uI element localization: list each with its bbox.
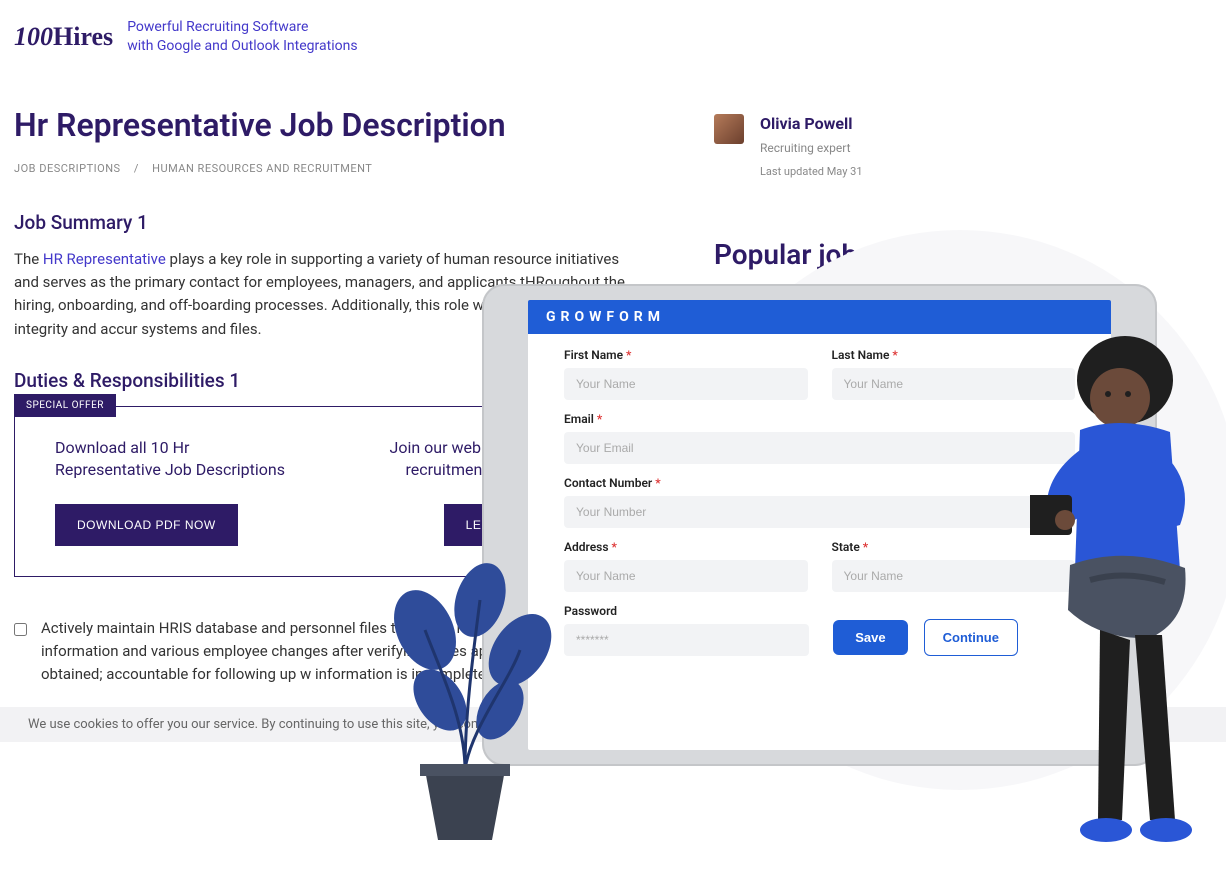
tablet-screen: GROWFORM First Name * Last Name * Email …	[528, 300, 1111, 750]
avatar	[714, 114, 744, 144]
author-name: Olivia Powell	[760, 114, 863, 133]
breadcrumb-category[interactable]: HUMAN RESOURCES AND RECRUITMENT	[152, 162, 372, 175]
breadcrumb: JOB DESCRIPTIONS / HUMAN RESOURCES AND R…	[14, 162, 634, 175]
password-input[interactable]	[564, 624, 809, 656]
address-input[interactable]	[564, 560, 808, 592]
contact-input[interactable]	[564, 496, 1075, 528]
duty-checkbox[interactable]	[14, 623, 27, 636]
page-title: Hr Representative Job Description	[14, 106, 634, 144]
save-button[interactable]: Save	[833, 620, 907, 655]
tagline-line2: with Google and Outlook Integrations	[127, 37, 357, 56]
breadcrumb-sep: /	[134, 162, 139, 175]
logo[interactable]: 100Hires	[14, 22, 113, 52]
summary-heading: Job Summary 1	[14, 211, 634, 234]
download-pdf-button[interactable]: DOWNLOAD PDF NOW	[55, 504, 238, 546]
continue-button[interactable]: Continue	[924, 619, 1018, 656]
site-header: 100Hires Powerful Recruiting Software wi…	[0, 0, 1226, 56]
contact-label: Contact Number *	[564, 476, 1075, 490]
summary-pre: The	[14, 250, 43, 268]
hr-rep-link[interactable]: HR Representative	[43, 250, 166, 268]
firstname-input[interactable]	[564, 368, 808, 400]
plant-illustration	[370, 560, 560, 860]
hero-illustration: GROWFORM First Name * Last Name * Email …	[370, 280, 1226, 880]
email-label: Email *	[564, 412, 1075, 426]
author-role: Recruiting expert	[760, 141, 863, 155]
author-date: Last updated May 31	[760, 165, 863, 178]
form-app-bar: GROWFORM	[528, 300, 1111, 334]
form-brand: GROWFORM	[546, 309, 665, 325]
address-label: Address *	[564, 540, 808, 554]
author-box: Olivia Powell Recruiting expert Last upd…	[714, 114, 1154, 178]
tagline-line1: Powerful Recruiting Software	[127, 18, 357, 37]
special-offer-badge: SPECIAL OFFER	[14, 394, 116, 417]
email-input[interactable]	[564, 432, 1075, 464]
offer-download-head: Download all 10 Hr Representative Job De…	[55, 437, 294, 482]
firstname-label: First Name *	[564, 348, 808, 362]
password-label: Password	[564, 604, 809, 618]
person-illustration	[1030, 320, 1226, 880]
tagline: Powerful Recruiting Software with Google…	[127, 18, 357, 56]
breadcrumb-jobdesc[interactable]: JOB DESCRIPTIONS	[14, 162, 121, 175]
